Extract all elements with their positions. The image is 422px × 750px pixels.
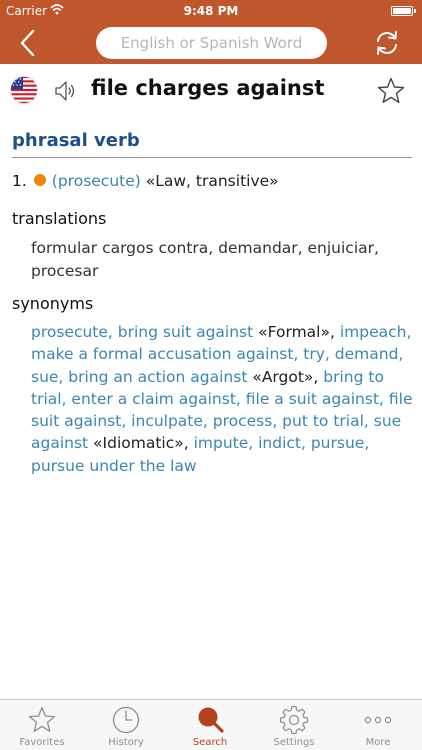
tab-label: Search bbox=[192, 737, 228, 748]
clock-icon bbox=[112, 706, 140, 734]
register-label: «Formal», bbox=[253, 323, 340, 341]
tab-more[interactable]: More bbox=[336, 700, 420, 750]
tab-bar: Favorites History Search Settings More bbox=[0, 699, 422, 750]
headword-row: file charges against bbox=[0, 64, 422, 120]
synonyms-text: prosecute, bring suit against «Formal», … bbox=[31, 321, 416, 477]
favorite-star-icon[interactable] bbox=[376, 76, 406, 106]
sense-register: «Law, transitive» bbox=[145, 172, 279, 190]
us-flag-icon[interactable] bbox=[10, 76, 38, 104]
translations-text: formular cargos contra, demandar, enjuic… bbox=[31, 239, 379, 280]
tab-label: History bbox=[108, 737, 144, 748]
sense-meaning-link[interactable]: (prosecute) bbox=[52, 172, 141, 190]
more-icon bbox=[364, 716, 392, 724]
back-chevron-icon[interactable] bbox=[14, 28, 42, 58]
sense-dot-icon bbox=[33, 174, 46, 186]
navigation-bar bbox=[0, 22, 422, 64]
status-time: 9:48 PM bbox=[183, 4, 239, 18]
synonyms-label: synonyms bbox=[12, 294, 94, 313]
tab-history[interactable]: History bbox=[84, 700, 168, 750]
tab-settings[interactable]: Settings bbox=[252, 700, 336, 750]
part-of-speech-heading: phrasal verb bbox=[12, 130, 412, 158]
search-input[interactable] bbox=[96, 27, 327, 59]
sense-number: 1. bbox=[12, 172, 27, 190]
speaker-icon[interactable] bbox=[54, 79, 76, 103]
star-icon bbox=[28, 706, 56, 732]
tab-search[interactable]: Search bbox=[168, 700, 252, 750]
tab-favorites[interactable]: Favorites bbox=[0, 700, 84, 750]
synonym-link[interactable]: prosecute, bring suit against bbox=[31, 323, 253, 341]
sense-line: 1. (prosecute) «Law, transitive» bbox=[12, 172, 279, 190]
search-icon bbox=[198, 707, 224, 733]
register-label: «Argot», bbox=[247, 367, 324, 386]
headword-title: file charges against bbox=[91, 76, 325, 100]
status-bar: Carrier 9:48 PM bbox=[0, 0, 422, 22]
translations-label: translations bbox=[12, 209, 107, 228]
gear-icon bbox=[279, 705, 309, 735]
battery-icon bbox=[391, 6, 416, 16]
tab-label: Favorites bbox=[19, 737, 65, 748]
register-label: «Idiomatic», bbox=[88, 434, 194, 453]
swap-language-icon[interactable] bbox=[372, 28, 402, 58]
tab-label: Settings bbox=[273, 737, 315, 748]
tab-label: More bbox=[365, 737, 391, 748]
